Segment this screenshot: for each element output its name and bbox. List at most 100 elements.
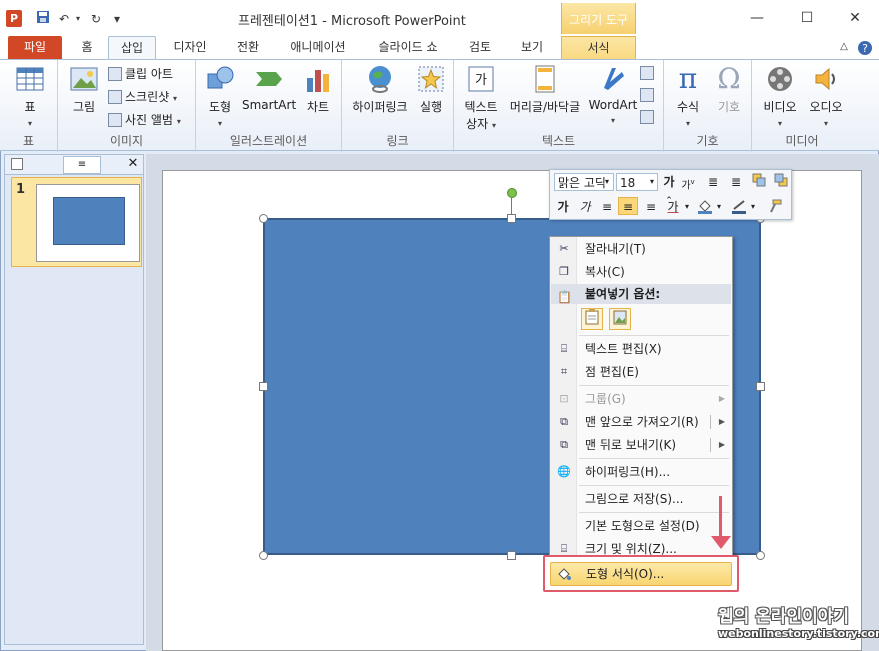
tab-home[interactable]: 홈	[74, 36, 100, 60]
chevron-down-icon[interactable]: ▾	[682, 198, 692, 216]
chevron-down-icon[interactable]: ▾	[714, 198, 724, 216]
tab-design[interactable]: 디자인	[166, 36, 214, 60]
ribbon-insert: 표 ▾ 표 그림 클립 아트 스크린샷 ▾ 사진 앨범 ▾ 이미지 도형 ▾ Sma…	[0, 59, 879, 152]
close-button[interactable]: ✕	[843, 8, 867, 28]
close-panel-icon[interactable]: ✕	[125, 156, 141, 172]
pi-icon: π	[678, 62, 698, 95]
resize-handle-right[interactable]	[756, 382, 765, 391]
chevron-down-icon[interactable]: ▾	[601, 173, 613, 191]
chart-button[interactable]: 차트	[300, 64, 336, 115]
minimize-ribbon-icon[interactable]: △	[836, 36, 852, 60]
slide-thumbnail-selected[interactable]: 1	[11, 177, 142, 267]
scissors-icon: ✂	[559, 242, 569, 255]
resize-handle-bottom[interactable]	[507, 551, 516, 560]
fill-color-icon[interactable]	[696, 198, 714, 216]
clipart-button[interactable]: 클립 아트	[108, 65, 173, 83]
resize-handle-top[interactable]	[507, 214, 516, 223]
menu-item-hyperlink[interactable]: 🌐 하이퍼링크(H)...	[551, 461, 731, 483]
menu-item-bring-to-front[interactable]: ⧉ 맨 앞으로 가져오기(R) ▶	[551, 411, 731, 433]
tab-format[interactable]: 서식	[561, 36, 636, 60]
menu-item-edit-points[interactable]: ⌗ 점 편집(E)	[551, 361, 731, 383]
font-color-icon[interactable]: 가	[664, 198, 682, 216]
decrease-indent-icon[interactable]: ≣	[704, 173, 722, 191]
object-icon[interactable]	[640, 108, 658, 126]
powerpoint-app-icon[interactable]: P	[6, 10, 22, 27]
chevron-down-icon[interactable]: ▾	[646, 173, 658, 191]
screenshot-button[interactable]: 스크린샷 ▾	[108, 88, 177, 106]
paste-keep-text-icon[interactable]	[581, 308, 603, 330]
menu-item-edit-text[interactable]: ⌸ 텍스트 편집(X)	[551, 338, 731, 360]
group-label-illustration: 일러스트레이션	[229, 134, 308, 148]
help-icon[interactable]: ?	[856, 36, 874, 60]
submenu-arrow-icon: ▶	[718, 394, 725, 403]
audio-button[interactable]: 오디오 ▾	[804, 64, 848, 129]
slides-tab-icon[interactable]	[11, 158, 23, 170]
menu-item-group[interactable]: ⊡ 그룹(G) ▶	[551, 388, 731, 410]
resize-handle-bottom-right[interactable]	[756, 551, 765, 560]
redo-icon[interactable]: ↻	[89, 10, 103, 28]
menu-item-format-shape[interactable]: 도형 서식(O)...	[550, 562, 732, 586]
bring-forward-icon[interactable]	[750, 173, 768, 191]
resize-handle-top-left[interactable]	[259, 214, 268, 223]
align-center-icon[interactable]: ≡	[618, 197, 638, 215]
minimize-button[interactable]: —	[745, 8, 769, 28]
grow-font-icon[interactable]: 가^	[661, 173, 677, 204]
group-link: 하이퍼링크 실행 링크	[342, 60, 454, 152]
increase-indent-icon[interactable]: ≣	[727, 173, 745, 191]
tab-file[interactable]: 파일	[8, 36, 62, 60]
video-button[interactable]: 비디오 ▾	[758, 64, 802, 129]
group-image: 그림 클립 아트 스크린샷 ▾ 사진 앨범 ▾ 이미지	[58, 60, 196, 152]
italic-icon[interactable]: 가	[576, 198, 594, 216]
shrink-font-icon[interactable]: 가v	[680, 173, 696, 191]
chevron-down-icon[interactable]: ▾	[748, 198, 758, 216]
textbox-button[interactable]: 가 텍스트 상자 ▾	[460, 64, 502, 132]
symbol-button[interactable]: Ω 기호	[710, 64, 748, 115]
line-color-icon[interactable]	[730, 198, 748, 216]
format-painter-icon[interactable]	[764, 198, 786, 216]
align-left-icon[interactable]: ≡	[598, 198, 616, 216]
maximize-button[interactable]: ☐	[795, 8, 819, 28]
tab-review[interactable]: 검토	[460, 36, 500, 60]
customize-qat-icon[interactable]: ▾	[110, 10, 124, 28]
outline-tab-icon[interactable]: ≡	[63, 156, 101, 174]
save-icon[interactable]	[35, 10, 51, 28]
smartart-button[interactable]: SmartArt	[242, 64, 296, 112]
picture-button[interactable]: 그림	[64, 64, 104, 115]
date-time-icon[interactable]	[640, 64, 658, 82]
slide-number-icon[interactable]	[640, 86, 658, 104]
menu-item-cut[interactable]: ✂ 잘라내기(T)	[551, 238, 731, 260]
wordart-button[interactable]: WordArt ▾	[588, 64, 638, 126]
resize-handle-left[interactable]	[259, 382, 268, 391]
tab-animations[interactable]: 애니메이션	[282, 36, 354, 60]
submenu-arrow-icon[interactable]: ▶	[719, 434, 725, 456]
shapes-button[interactable]: 도형 ▾	[202, 64, 238, 129]
resize-handle-bottom-left[interactable]	[259, 551, 268, 560]
svg-text:가: 가	[475, 73, 487, 88]
menu-item-copy[interactable]: ❐ 복사(C)	[551, 261, 731, 283]
menu-item-send-to-back[interactable]: ⧉ 맨 뒤로 보내기(K) ▶	[551, 434, 731, 456]
paste-picture-icon[interactable]	[609, 308, 631, 330]
svg-text:?: ?	[862, 42, 868, 55]
rotation-handle[interactable]	[507, 188, 517, 198]
action-button[interactable]: 실행	[414, 64, 448, 115]
photo-album-button[interactable]: 사진 앨범 ▾	[108, 111, 181, 129]
bold-icon[interactable]: 가	[554, 198, 572, 216]
drawing-tools-context-group: 그리기 도구	[561, 3, 636, 36]
tab-transitions[interactable]: 전환	[228, 36, 268, 60]
hyperlink-button[interactable]: 하이퍼링크	[348, 64, 412, 115]
header-footer-button[interactable]: 머리글/바닥글	[504, 64, 586, 115]
align-right-icon[interactable]: ≡	[642, 198, 660, 216]
equation-button[interactable]: π 수식 ▾	[668, 64, 708, 129]
format-shape-highlight-box: 도형 서식(O)...	[543, 555, 739, 592]
tab-view[interactable]: 보기	[512, 36, 552, 60]
submenu-arrow-icon[interactable]: ▶	[719, 411, 725, 433]
menu-item-set-default-shape[interactable]: 기본 도형으로 설정(D)	[551, 515, 731, 537]
table-button[interactable]: 표 ▾	[10, 64, 50, 129]
undo-icon[interactable]: ↶	[57, 10, 71, 28]
send-backward-icon[interactable]	[772, 173, 790, 191]
menu-item-save-as-picture[interactable]: 그림으로 저장(S)...	[551, 488, 731, 510]
tab-slideshow[interactable]: 슬라이드 쇼	[370, 36, 446, 60]
undo-dropdown-icon[interactable]: ▾	[73, 10, 83, 28]
action-star-icon	[418, 66, 444, 92]
tab-insert[interactable]: 삽입	[108, 36, 156, 60]
